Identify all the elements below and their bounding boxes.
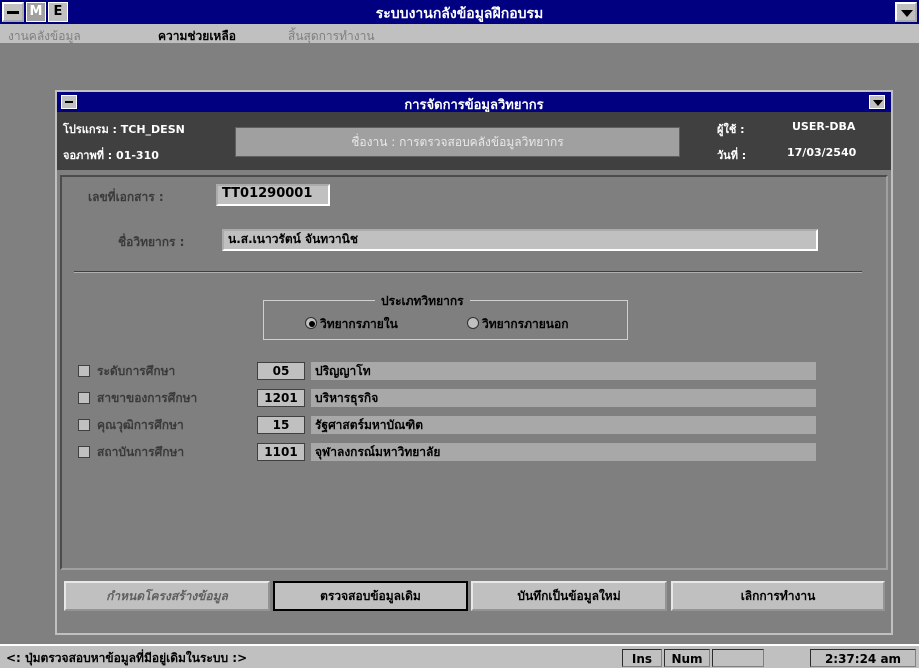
qualification-desc: รัฐศาสตร์มหาบัณฑิต	[311, 416, 816, 434]
lecturer-name-label: ชื่อวิทยากร :	[118, 235, 185, 249]
institution-desc: จุฬาลงกรณ์มหาวิทยาลัย	[311, 443, 816, 461]
education-field-code[interactable]: 1201	[257, 389, 305, 407]
institution-label: สถาบันการศึกษา	[97, 445, 185, 459]
doc-no-label: เลขที่เอกสาร :	[88, 190, 164, 204]
cancel-button[interactable]: เลิกการทำงาน	[671, 581, 885, 611]
radio-internal[interactable]	[305, 317, 317, 329]
divider	[74, 271, 862, 273]
status-bar: <: ปุ่มตรวจสอบหาข้อมูลที่มีอยู่เดิมในระบ…	[0, 644, 919, 668]
program-label: โปรแกรม : TCH_DESN	[63, 123, 185, 136]
radio-external-label[interactable]: วิทยากรภายนอก	[482, 315, 568, 334]
menu-item-data-warehouse[interactable]: งานคลังข้อมูล	[8, 27, 81, 46]
radio-internal-label[interactable]: วิทยากรภายใน	[320, 315, 398, 334]
define-structure-button[interactable]: กำหนดโครงสร้างข้อมูล	[64, 581, 270, 611]
lecturer-type-legend: ประเภทวิทยากร	[375, 292, 470, 311]
date-label: วันที่ :	[717, 149, 747, 162]
status-message: <: ปุ่มตรวจสอบหาข้อมูลที่มีอยู่เดิมในระบ…	[6, 651, 248, 665]
dialog-maximize-button[interactable]	[869, 95, 885, 109]
menu-bar: งานคลังข้อมูล ความช่วยเหลือ สิ้นสุดการทำ…	[0, 24, 919, 44]
education-field-desc: บริหารธุรกิจ	[311, 389, 816, 407]
menu-item-help[interactable]: ความช่วยเหลือ	[158, 27, 236, 46]
save-new-button[interactable]: บันทึกเป็นข้อมูลใหม่	[471, 581, 667, 611]
user-value: USER-DBA	[792, 120, 856, 133]
lecturer-name-field[interactable]: น.ส.เนาวรัตน์ จันทวานิช	[222, 229, 818, 251]
user-label: ผู้ใช้ :	[717, 123, 745, 136]
num-indicator: Num	[664, 649, 710, 667]
education-level-desc: ปริญญาโท	[311, 362, 816, 380]
checkbox-institution[interactable]	[78, 446, 90, 458]
checkbox-education-level[interactable]	[78, 365, 90, 377]
checkbox-qualification[interactable]	[78, 419, 90, 431]
dialog-title-bar: การจัดการข้อมูลวิทยากร	[57, 92, 891, 113]
check-existing-button[interactable]: ตรวจสอบข้อมูลเดิม	[273, 581, 468, 611]
empty-indicator	[712, 649, 764, 667]
app-title-bar: M E ระบบงานกลังข้อมูลฝึกอบรม	[0, 0, 919, 24]
education-level-label: ระดับการศึกษา	[97, 364, 176, 378]
app-title: ระบบงานกลังข้อมูลฝึกอบรม	[375, 6, 544, 22]
education-field-label: สาขาของการศึกษา	[97, 391, 198, 405]
menu-item-exit[interactable]: สิ้นสุดการทำงาน	[288, 27, 375, 46]
doc-no-field[interactable]: TT01290001	[216, 184, 330, 206]
qualification-label: คุณวุฒิการศึกษา	[97, 418, 184, 432]
radio-external[interactable]	[467, 317, 479, 329]
job-title-box: ชื่องาน : การตรวจสอบคลังข้อมูลวิทยากร	[235, 127, 680, 157]
ins-indicator: Ins	[622, 649, 662, 667]
triangle-down-icon	[873, 100, 883, 106]
education-level-code[interactable]: 05	[257, 362, 305, 380]
institution-code[interactable]: 1101	[257, 443, 305, 461]
screen-label: จอภาพที่ : 01-310	[63, 149, 159, 162]
date-value: 17/03/2540	[787, 146, 857, 159]
checkbox-education-field[interactable]	[78, 392, 90, 404]
maximize-button[interactable]	[895, 2, 917, 22]
qualification-code[interactable]: 15	[257, 416, 305, 434]
triangle-down-icon	[901, 10, 913, 17]
clock: 2:37:24 am	[810, 649, 916, 667]
